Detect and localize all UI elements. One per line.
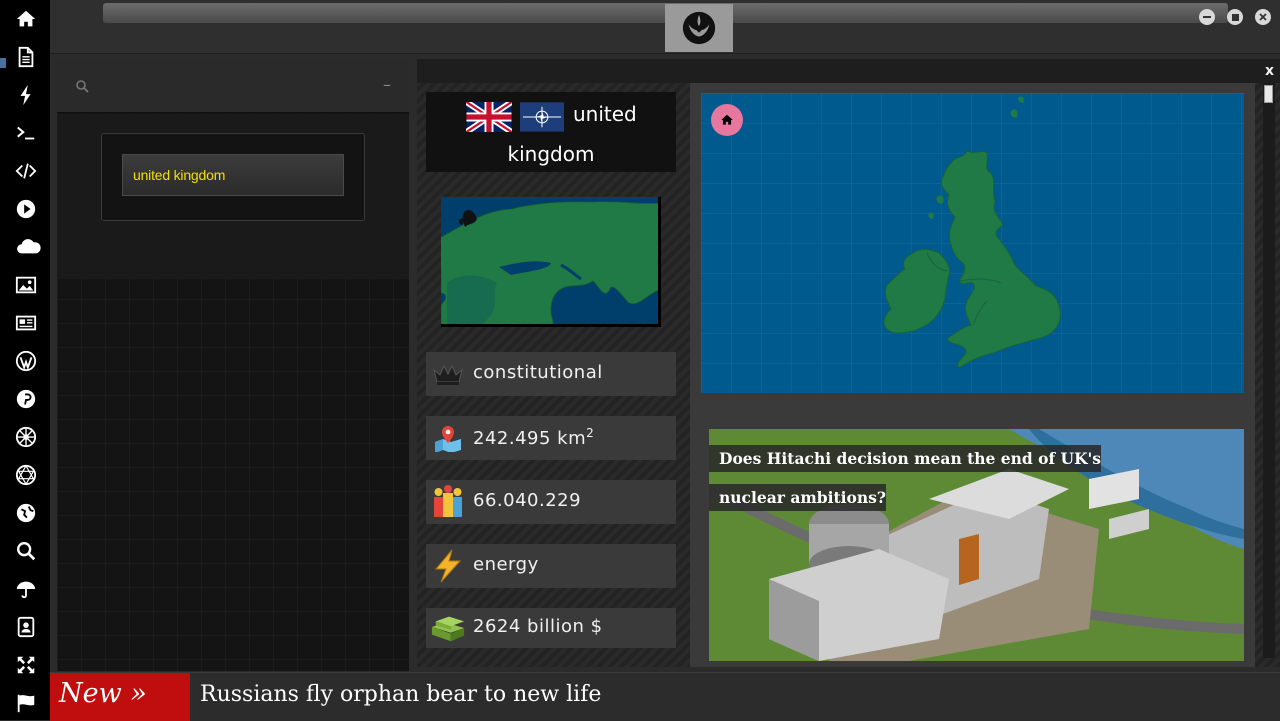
panel-top-strip xyxy=(417,59,1280,83)
country-panel: x united kingdom constitutional 242.495 … xyxy=(417,59,1280,667)
query-card: united kingdom xyxy=(101,133,365,221)
code-icon[interactable] xyxy=(13,158,39,184)
document-icon[interactable] xyxy=(13,44,39,70)
country-search-input[interactable]: united kingdom xyxy=(122,154,344,196)
wordpress-icon[interactable] xyxy=(13,348,39,374)
close-icon[interactable] xyxy=(1255,9,1271,25)
country-name-line2: kingdom xyxy=(507,142,595,166)
news-ticker: New » Russians fly orphan bear to new li… xyxy=(50,672,1280,721)
news-headline-text[interactable]: Does Hitachi decision mean the end of UK… xyxy=(709,445,1102,511)
gdp-value: 2624 billion $ xyxy=(473,616,603,637)
population-value: 66.040.229 xyxy=(473,490,582,511)
people-icon xyxy=(430,485,466,518)
country-name-line1: united xyxy=(573,102,637,126)
title-bar xyxy=(50,0,1280,54)
sidebar-edge-marker xyxy=(0,58,6,68)
home-icon[interactable] xyxy=(711,104,743,136)
maximize-icon[interactable] xyxy=(1227,9,1243,25)
home-icon[interactable] xyxy=(13,6,39,32)
umbrella-icon[interactable] xyxy=(13,576,39,602)
sector-row: energy xyxy=(426,544,676,588)
area-value: 242.495 km2 xyxy=(473,426,594,449)
area-unit-exponent: 2 xyxy=(586,426,595,440)
sphere-icon[interactable] xyxy=(13,462,39,488)
government-value: constitutional xyxy=(473,362,603,383)
ticker-headline[interactable]: Russians fly orphan bear to new life xyxy=(200,682,601,707)
area-number: 242.495 km xyxy=(473,428,587,449)
government-row: constitutional xyxy=(426,352,676,396)
collapse-button[interactable]: – xyxy=(383,75,391,94)
search-panel-header: – xyxy=(57,59,409,113)
ticker-label: New » xyxy=(50,673,190,721)
crown-icon xyxy=(430,358,466,390)
contacts-icon[interactable] xyxy=(13,614,39,640)
gdp-row: 2624 billion $ xyxy=(426,608,676,648)
lightning-icon[interactable] xyxy=(13,82,39,108)
scrollbar[interactable] xyxy=(1263,83,1275,658)
minimize-icon[interactable] xyxy=(1199,9,1215,25)
money-icon xyxy=(430,612,466,644)
newspaper-icon[interactable] xyxy=(13,310,39,336)
nato-flag xyxy=(520,102,564,132)
scrollbar-thumb[interactable] xyxy=(1264,85,1273,103)
app-sidebar xyxy=(0,0,50,720)
population-row: 66.040.229 xyxy=(426,480,676,524)
energy-bolt-icon xyxy=(430,549,466,583)
globe-icon[interactable] xyxy=(13,500,39,526)
news-card[interactable]: Does Hitachi decision mean the end of UK… xyxy=(709,429,1244,661)
search-icon[interactable] xyxy=(13,538,39,564)
search-panel: – united kingdom xyxy=(57,59,409,671)
flags xyxy=(466,102,564,132)
terminal-icon[interactable] xyxy=(13,120,39,146)
fullscreen-icon[interactable] xyxy=(13,652,39,678)
country-title: united kingdom xyxy=(426,92,676,172)
cloud-icon[interactable] xyxy=(14,234,44,260)
area-row: 242.495 km2 xyxy=(426,416,676,460)
search-icon[interactable] xyxy=(75,79,89,93)
country-map[interactable] xyxy=(701,93,1244,393)
rebel-alliance-icon xyxy=(665,4,733,52)
map-pin-icon xyxy=(430,422,466,454)
locator-map[interactable] xyxy=(441,197,661,327)
image-icon[interactable] xyxy=(13,272,39,298)
flag-icon[interactable] xyxy=(13,690,39,716)
settings-wheel-icon[interactable] xyxy=(13,424,39,450)
pinterest-icon[interactable] xyxy=(13,386,39,412)
close-panel-icon[interactable]: x xyxy=(1265,63,1274,79)
sector-value: energy xyxy=(473,554,539,575)
news-headline[interactable]: Does Hitachi decision mean the end of UK… xyxy=(709,439,1139,517)
uk-flag xyxy=(466,102,512,132)
play-icon[interactable] xyxy=(13,196,39,222)
